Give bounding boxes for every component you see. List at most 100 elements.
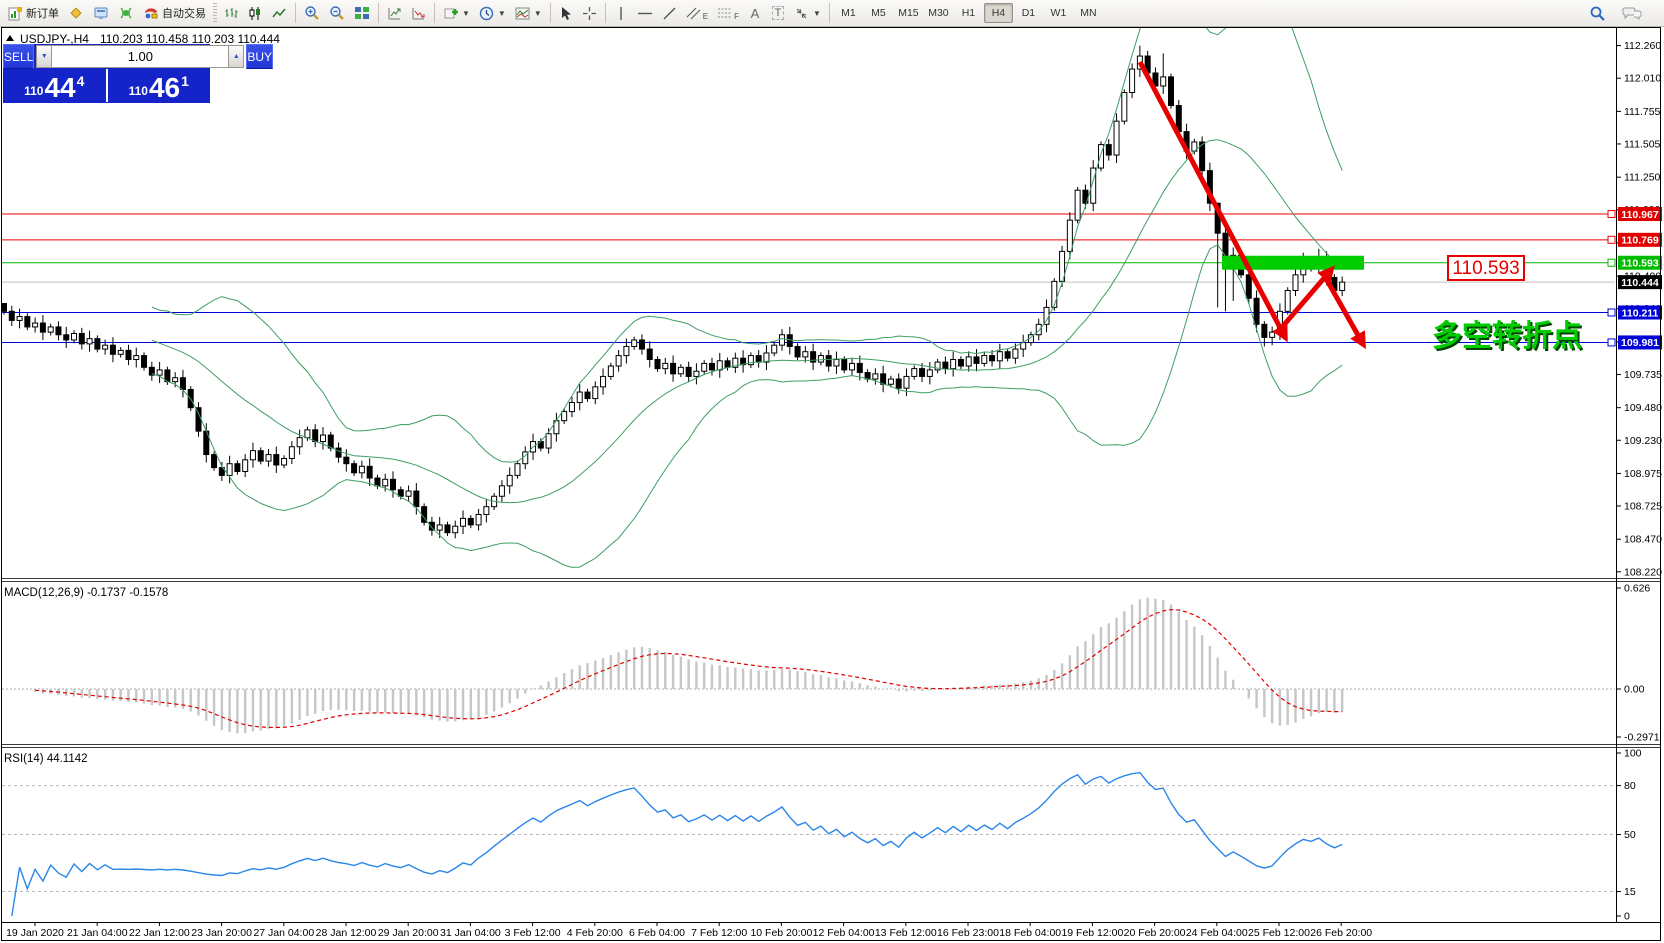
svg-text:21 Jan 04:00: 21 Jan 04:00 bbox=[67, 927, 128, 939]
buy-price-point: 1 bbox=[181, 74, 189, 88]
timeframe-m30[interactable]: M30 bbox=[924, 3, 953, 23]
svg-text:10 Feb 20:00: 10 Feb 20:00 bbox=[750, 927, 812, 939]
svg-text:110.444: 110.444 bbox=[1621, 277, 1659, 289]
autotrade-label: 自动交易 bbox=[162, 5, 206, 21]
svg-text:25 Feb 12:00: 25 Feb 12:00 bbox=[1248, 927, 1310, 939]
volume-input[interactable] bbox=[52, 45, 228, 68]
channel-icon bbox=[686, 6, 702, 21]
vline-tool-button[interactable] bbox=[610, 2, 632, 24]
chat-button[interactable] bbox=[1618, 2, 1646, 24]
new-chart-button[interactable] bbox=[383, 2, 406, 24]
text-tool-button[interactable]: A bbox=[744, 2, 766, 24]
zoom-out-button[interactable] bbox=[325, 2, 349, 24]
toolbar-separator bbox=[550, 3, 551, 23]
metaeditor-icon bbox=[68, 5, 84, 21]
svg-text:109.480: 109.480 bbox=[1624, 402, 1662, 414]
timeframe-h1[interactable]: H1 bbox=[954, 3, 983, 23]
bar-chart-button[interactable] bbox=[220, 2, 243, 24]
line-chart-button[interactable] bbox=[268, 2, 291, 24]
chart-area[interactable]: 110.593多空转折点多空转折点 112.260112.010111.7551… bbox=[0, 27, 1664, 943]
signals-button[interactable] bbox=[114, 2, 138, 24]
svg-text:16 Feb 23:00: 16 Feb 23:00 bbox=[937, 927, 999, 939]
svg-text:13 Feb 12:00: 13 Feb 12:00 bbox=[875, 927, 937, 939]
timeframe-mn[interactable]: MN bbox=[1074, 3, 1103, 23]
svg-text:112.260: 112.260 bbox=[1624, 40, 1661, 52]
templates-button[interactable]: ▼ bbox=[511, 2, 546, 24]
tile-windows-icon bbox=[354, 5, 370, 21]
svg-text:20 Feb 20:00: 20 Feb 20:00 bbox=[1124, 927, 1186, 939]
search-icon bbox=[1589, 5, 1606, 22]
svg-text:111.755: 111.755 bbox=[1624, 106, 1661, 118]
svg-text:23 Jan 20:00: 23 Jan 20:00 bbox=[191, 927, 252, 939]
toolbar-separator bbox=[434, 3, 435, 23]
metaeditor-button[interactable] bbox=[64, 2, 88, 24]
svg-text:0.00: 0.00 bbox=[1624, 684, 1645, 696]
svg-text:0: 0 bbox=[1624, 911, 1630, 923]
timeframe-w1[interactable]: W1 bbox=[1044, 3, 1073, 23]
svg-text:15: 15 bbox=[1624, 886, 1636, 898]
timeframe-m15[interactable]: M15 bbox=[894, 3, 923, 23]
svg-text:109.735: 109.735 bbox=[1624, 369, 1662, 381]
timeframe-h4[interactable]: H4 bbox=[984, 3, 1013, 23]
periods-icon bbox=[479, 6, 494, 21]
price-callout-text: 110.593 bbox=[1452, 258, 1519, 279]
shapes-tool-button[interactable]: ▼ bbox=[790, 2, 825, 24]
buy-button[interactable]: BUY bbox=[246, 44, 273, 69]
add-indicator-button[interactable]: ▼ bbox=[439, 2, 474, 24]
svg-text:12 Feb 04:00: 12 Feb 04:00 bbox=[813, 927, 875, 939]
fibo-icon bbox=[717, 6, 733, 21]
dropdown-caret-icon: ▼ bbox=[534, 9, 542, 18]
timeframe-d1[interactable]: D1 bbox=[1014, 3, 1043, 23]
svg-text:108.220: 108.220 bbox=[1624, 566, 1662, 578]
new-order-icon bbox=[8, 6, 23, 21]
signals-icon bbox=[118, 5, 134, 21]
sell-price-point: 4 bbox=[77, 74, 85, 88]
toolbar-separator bbox=[605, 3, 606, 23]
hline-tool-button[interactable] bbox=[633, 2, 657, 24]
periods-button[interactable]: ▼ bbox=[475, 2, 510, 24]
crosshair-tool-button[interactable] bbox=[578, 2, 601, 24]
sell-button[interactable]: SELL bbox=[3, 44, 34, 69]
tile-windows-button[interactable] bbox=[350, 2, 374, 24]
cursor-tool-button[interactable] bbox=[555, 2, 577, 24]
label-tool-button[interactable]: T bbox=[767, 2, 789, 24]
search-button[interactable] bbox=[1585, 2, 1610, 24]
volume-increase-button[interactable]: ▲ bbox=[228, 45, 244, 68]
svg-text:108.470: 108.470 bbox=[1624, 534, 1662, 546]
timeframe-m5[interactable]: M5 bbox=[864, 3, 893, 23]
line-chart-icon bbox=[272, 6, 287, 21]
text-tool-icon: A bbox=[751, 6, 760, 21]
svg-text:29 Jan 20:00: 29 Jan 20:00 bbox=[378, 927, 439, 939]
svg-text:19 Feb 12:00: 19 Feb 12:00 bbox=[1061, 927, 1123, 939]
bar-chart-icon bbox=[224, 6, 239, 21]
svg-text:18 Feb 04:00: 18 Feb 04:00 bbox=[999, 927, 1061, 939]
toolbar-separator bbox=[829, 3, 830, 23]
new-order-button[interactable]: 新订单 bbox=[4, 2, 63, 24]
zoom-in-button[interactable] bbox=[300, 2, 324, 24]
svg-text:109.981: 109.981 bbox=[1621, 337, 1659, 349]
buy-price[interactable]: 110 46 1 bbox=[108, 69, 211, 102]
fibo-tool-button[interactable]: F bbox=[713, 2, 743, 24]
cn-annotation-text[interactable]: 多空转折点 bbox=[1432, 320, 1582, 353]
svg-text:100: 100 bbox=[1624, 748, 1642, 760]
channel-tool-button[interactable]: E bbox=[682, 2, 712, 24]
fibo-label: F bbox=[734, 12, 739, 21]
timeframe-m1[interactable]: M1 bbox=[834, 3, 863, 23]
volume-decrease-button[interactable]: ▼ bbox=[36, 45, 52, 68]
profiles-button[interactable] bbox=[407, 2, 430, 24]
svg-text:110.967: 110.967 bbox=[1621, 209, 1659, 221]
svg-text:3 Feb 12:00: 3 Feb 12:00 bbox=[505, 927, 561, 939]
svg-text:27 Jan 04:00: 27 Jan 04:00 bbox=[253, 927, 314, 939]
autotrade-icon bbox=[143, 5, 159, 21]
autotrade-button[interactable]: 自动交易 bbox=[139, 2, 210, 24]
new-order-label: 新订单 bbox=[26, 5, 59, 21]
dropdown-caret-icon: ▼ bbox=[462, 9, 470, 18]
svg-text:111.505: 111.505 bbox=[1624, 138, 1661, 150]
svg-text:-0.2971: -0.2971 bbox=[1624, 732, 1660, 744]
trendline-tool-button[interactable] bbox=[658, 2, 681, 24]
label-tool-icon: T bbox=[772, 6, 785, 20]
sell-price[interactable]: 110 44 4 bbox=[3, 69, 108, 102]
market-watch-button[interactable] bbox=[89, 2, 113, 24]
candlestick-chart-button[interactable] bbox=[244, 2, 267, 24]
svg-text:26 Feb 20:00: 26 Feb 20:00 bbox=[1310, 927, 1372, 939]
